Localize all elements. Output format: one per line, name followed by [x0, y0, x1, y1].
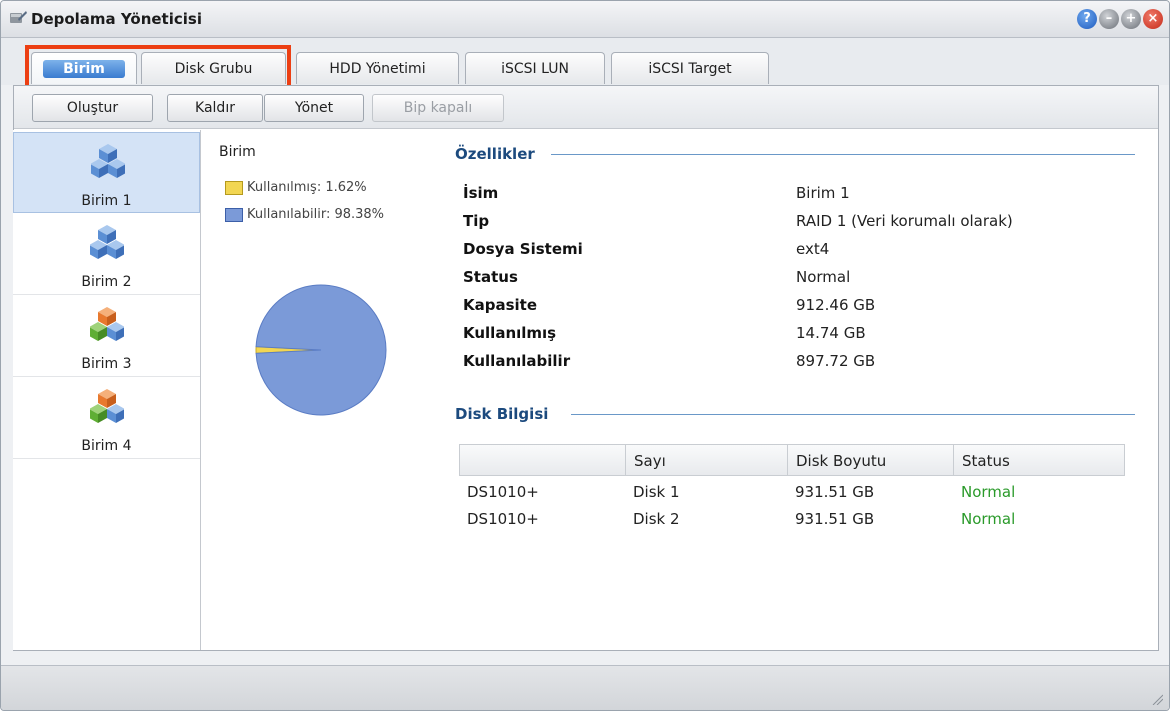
volume-item-1[interactable]: Birim 1 [13, 132, 200, 213]
volume-blue-icon [90, 225, 124, 259]
prop-value: Normal [796, 268, 851, 286]
volume-multicolor-icon [90, 307, 124, 341]
minimize-icon[interactable]: – [1099, 9, 1119, 29]
prop-key: Status [463, 268, 518, 286]
legend-label-available: Kullanılabilir: 98.38% [247, 207, 385, 222]
table-header[interactable]: Sayı [625, 444, 788, 476]
volume-multicolor-icon [90, 389, 124, 423]
prop-value: 912.46 GB [796, 296, 876, 314]
status-cell: Normal [961, 483, 1016, 501]
detail-panel: Birim Kullanılmış: 1.62% Kullanılabilir:… [211, 130, 1159, 650]
maximize-icon[interactable]: + [1121, 9, 1141, 29]
table-cell: 931.51 GB [795, 483, 875, 501]
prop-value: ext4 [796, 240, 830, 258]
tab-label: iSCSI LUN [501, 61, 569, 77]
prop-key: Tip [463, 212, 490, 230]
help-icon[interactable]: ? [1077, 9, 1097, 29]
tab-label: HDD Yönetimi [329, 61, 426, 77]
volume-label: Birim 4 [81, 438, 132, 454]
resize-grip-icon[interactable] [1151, 693, 1163, 705]
prop-key: İsim [463, 184, 499, 202]
status-cell: Normal [961, 510, 1016, 528]
prop-key: Dosya Sistemi [463, 240, 583, 258]
prop-key: Kullanılmış [463, 324, 557, 342]
close-icon[interactable]: × [1143, 9, 1163, 29]
legend-swatch-used [225, 181, 243, 195]
volume-item-3[interactable]: Birim 3 [13, 296, 200, 377]
prop-key: Kapasite [463, 296, 538, 314]
prop-value: RAID 1 (Veri korumalı olarak) [796, 212, 1013, 230]
table-cell: Disk 1 [633, 483, 680, 501]
remove-button[interactable]: Kaldır [167, 94, 263, 122]
window-title: Depolama Yöneticisi [31, 10, 202, 28]
status-bar [1, 665, 1169, 710]
usage-pie-chart [255, 284, 387, 416]
section-rule [551, 154, 1135, 155]
volume-item-4[interactable]: Birim 4 [13, 378, 200, 459]
volume-label: Birim 2 [81, 274, 132, 290]
create-button[interactable]: Oluştur [32, 94, 153, 122]
volume-list: Birim 1 Birim 2 Birim 3 Birim 4 [13, 130, 201, 650]
volume-label: Birim 1 [81, 193, 132, 209]
table-header[interactable]: Status [953, 444, 1125, 476]
volume-blue-icon [91, 144, 125, 178]
beep-off-button[interactable]: Bip kapalı [372, 94, 504, 122]
prop-value: 897.72 GB [796, 352, 876, 370]
tab-hdd-yonetimi[interactable]: HDD Yönetimi [296, 52, 459, 84]
table-cell: DS1010+ [467, 483, 539, 501]
table-cell: DS1010+ [467, 510, 539, 528]
volume-label: Birim 3 [81, 356, 132, 372]
properties-title: Özellikler [455, 145, 543, 163]
prop-key: Kullanılabilir [463, 352, 571, 370]
legend-label-used: Kullanılmış: 1.62% [247, 180, 367, 195]
legend-swatch-available [225, 208, 243, 222]
prop-value: Birim 1 [796, 184, 850, 202]
chart-title: Birim [219, 144, 256, 160]
title-bar[interactable]: Depolama Yöneticisi ? – + × [1, 1, 1169, 38]
prop-value: 14.74 GB [796, 324, 866, 342]
disk-info-title: Disk Bilgisi [455, 405, 557, 423]
tab-iscsi-lun[interactable]: iSCSI LUN [465, 52, 605, 84]
table-header[interactable] [459, 444, 626, 476]
volume-item-2[interactable]: Birim 2 [13, 214, 200, 295]
table-cell: Disk 2 [633, 510, 680, 528]
storage-manager-window: Depolama Yöneticisi ? – + × Birim Disk G… [0, 0, 1170, 711]
section-rule [571, 414, 1135, 415]
highlight-box [25, 45, 291, 89]
toolbar: Oluştur Kaldır Yönet Bip kapalı [14, 86, 1158, 129]
manage-button[interactable]: Yönet [264, 94, 364, 122]
tab-label: iSCSI Target [648, 61, 732, 77]
table-header[interactable]: Disk Boyutu [787, 444, 954, 476]
storage-manager-icon [10, 11, 27, 23]
tab-iscsi-target[interactable]: iSCSI Target [611, 52, 769, 84]
table-cell: 931.51 GB [795, 510, 875, 528]
